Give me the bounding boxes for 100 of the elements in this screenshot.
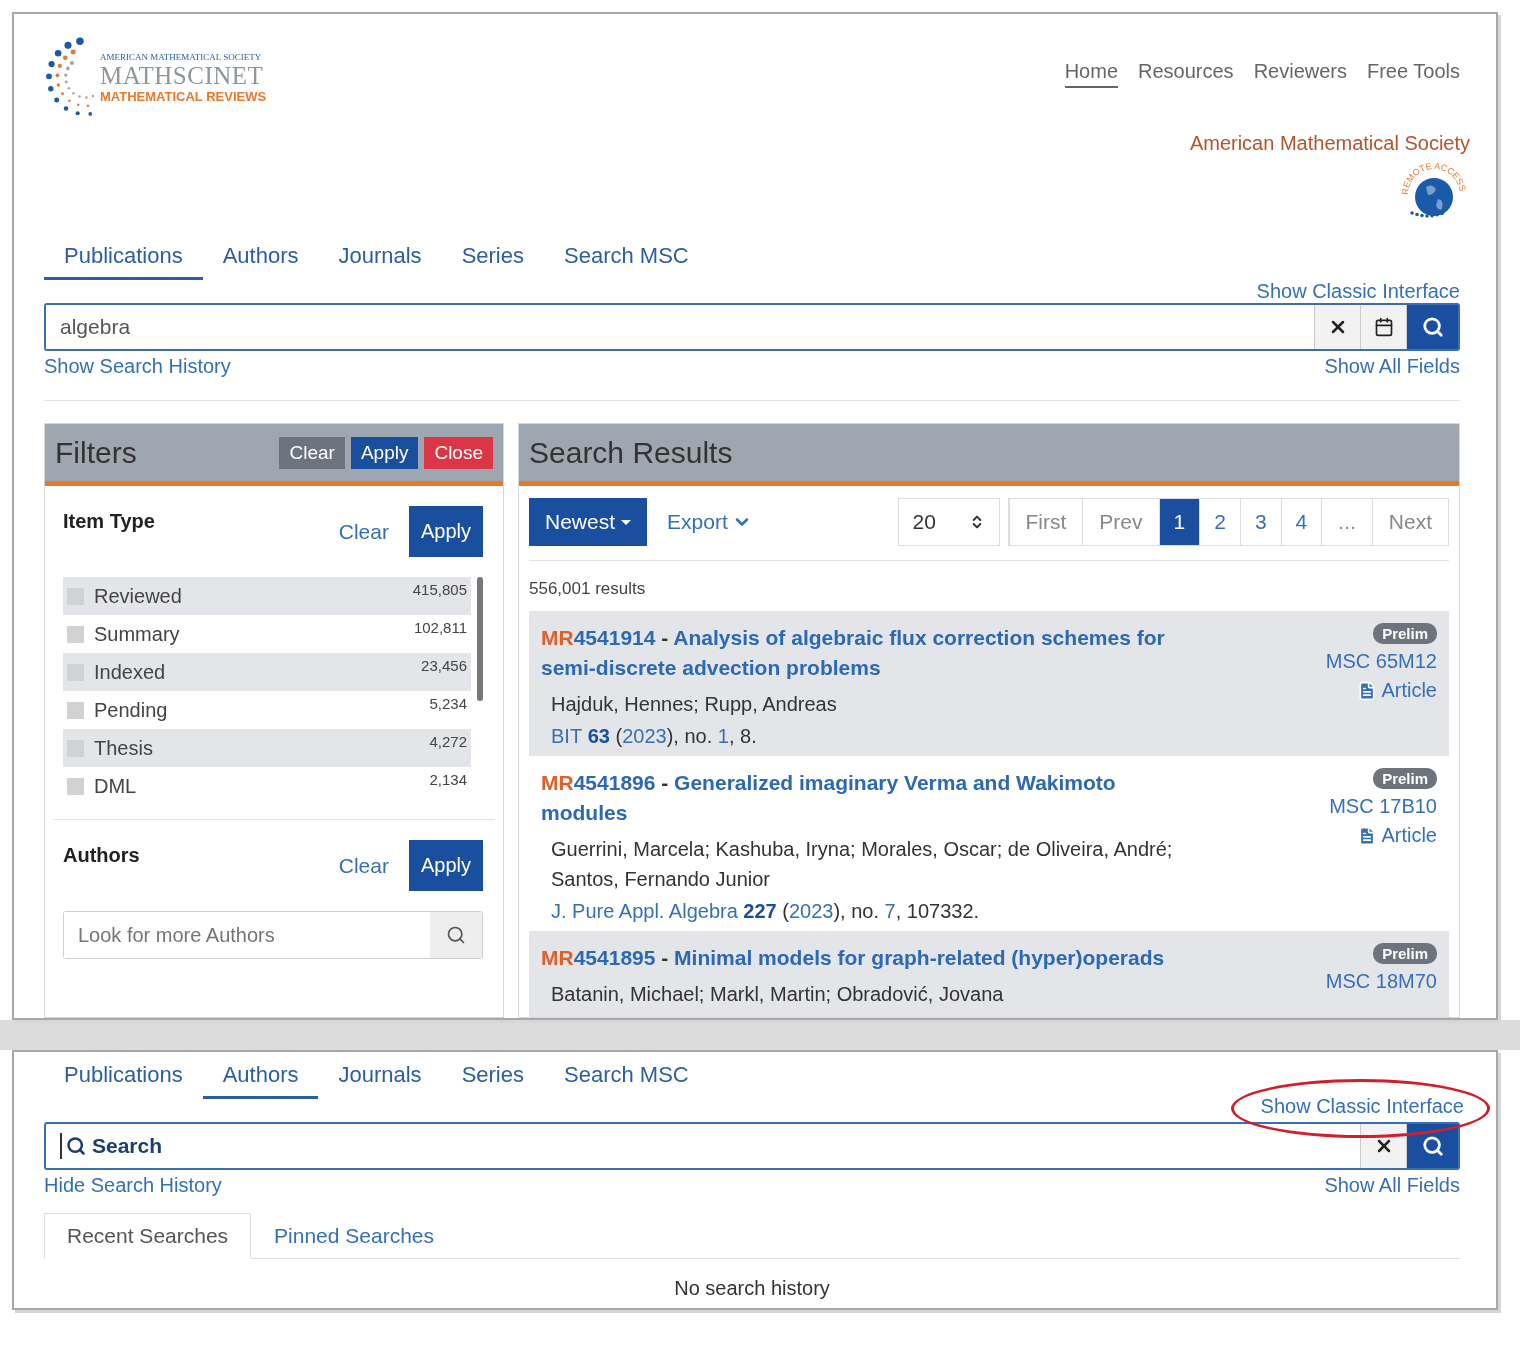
citation-link[interactable]: BIT [551,725,583,747]
search-tab[interactable]: Search MSC [544,235,709,280]
search-tab[interactable]: Series [441,235,544,280]
search-icon [1421,1135,1444,1157]
logo-subtitle-text: MATHEMATICAL REVIEWS [100,88,267,104]
apply-button[interactable]: Apply [408,506,483,557]
search-tab[interactable]: Journals [318,235,442,280]
citation-link[interactable]: 1 [717,725,729,747]
clear-button[interactable] [1314,305,1360,349]
logo-product-text: MATHSCINET [100,61,265,89]
search-icon [446,925,466,945]
result-authors: Guerrini, Marcela; Kashuba, Iryna; Morales, Oscar; de Oliveira, André; Santos, Fernando Junior [550,837,1174,892]
search-tab[interactable]: Publications [44,1054,203,1099]
filter-header-button[interactable]: Close [424,436,493,469]
msc-link[interactable]: MSC 65M12 [1325,650,1437,673]
section-title: Item Type [63,510,155,533]
search-field[interactable]: algebra [44,303,1460,351]
filter-option[interactable]: Reviewed 415,805 [63,577,471,615]
nav-link[interactable]: Resources [1138,60,1234,88]
option-label: DML [94,774,138,798]
msc-link[interactable]: MSC 18M70 [1325,970,1437,993]
search-history-link[interactable]: Show Search History [44,355,231,378]
option-label: Summary [94,622,181,646]
page-button[interactable]: 1 [1158,499,1200,545]
search-tab[interactable]: Publications [44,235,203,280]
author-search-field[interactable]: Look for more Authors [63,911,483,959]
nav-link[interactable]: Home [1064,60,1118,88]
clear-button[interactable] [1360,1124,1406,1168]
article-link[interactable]: Article [1357,679,1437,702]
result-authors: Hajduk, Hennes; Rupp, Andreas [550,692,838,717]
citation: J. Pure Appl. Algebra 227 (2023), no. 7, 107332. [550,900,981,923]
citation: BIT 63 (2023), no. 1, 8. [550,725,758,748]
filter-option[interactable]: Indexed 23,456 [63,653,471,691]
show-all-fields-link[interactable]: Show All Fields [1324,355,1460,378]
clear-link[interactable]: Clear [338,519,389,544]
empty-message: No search history [673,1276,831,1301]
option-count: 23,456 [421,657,467,674]
result-count: 556,001 results [529,578,647,600]
search-button[interactable] [1406,1124,1458,1168]
panel-title: Search Results [529,435,733,470]
caret-icon [621,519,632,525]
option-count: 2,134 [429,771,467,788]
article-link[interactable]: Article [1357,824,1437,847]
filter-header-button[interactable]: Clear [279,436,345,469]
filter-header-button[interactable]: Apply [350,436,419,469]
checkbox[interactable] [67,625,84,643]
search-tab[interactable]: Authors [202,1054,319,1099]
checkbox[interactable] [67,701,84,719]
option-label: Reviewed [94,584,183,608]
checkbox[interactable] [67,777,84,795]
search-button[interactable] [430,912,482,958]
status-badge: Prelim [1373,768,1437,789]
option-label: Pending [94,698,169,722]
export-button[interactable]: Export [661,509,758,535]
option-label: Indexed [94,660,167,684]
document-icon [1357,680,1378,701]
result-title-link[interactable]: MR4541896 - Generalized imaginary Verma and Wakimoto modules [541,768,1201,828]
option-count: 4,272 [429,733,467,750]
scrollbar[interactable] [477,577,483,701]
search-history-link[interactable]: Hide Search History [44,1174,222,1197]
text-cursor [60,1133,62,1159]
citation-link[interactable]: J. Pure Appl. Algebra [551,900,738,922]
result-title-link[interactable]: MR4541895 - Minimal models for graph-related (hyper)operads [541,943,1201,973]
search-icon [66,1136,86,1156]
search-tab[interactable]: Authors [202,235,319,280]
status-badge: Prelim [1373,623,1437,644]
history-tab[interactable]: Recent Searches [44,1213,252,1259]
citation-link[interactable]: 7 [884,900,896,922]
search-tab[interactable]: Series [441,1054,544,1099]
calendar-icon [1373,317,1394,337]
page-size-select[interactable]: 20 [897,498,1000,546]
sort-button[interactable]: Newest [529,498,648,546]
option-count: 102,811 [413,619,467,636]
nav-link[interactable]: Reviewers [1253,60,1347,88]
search-icon [1421,316,1444,338]
option-label: Thesis [94,736,154,760]
option-count: 415,805 [412,581,467,598]
search-tab[interactable]: Search MSC [544,1054,709,1099]
option-count: 5,234 [429,695,467,712]
apply-button[interactable]: Apply [408,840,483,891]
panel-title: Filters [55,435,137,470]
section-title: Authors [63,844,140,867]
society-link[interactable]: American Mathematical Society [1189,132,1470,155]
search-tab[interactable]: Journals [318,1054,442,1099]
search-field[interactable]: Search [44,1122,1460,1170]
volume-link[interactable]: 63 [582,725,610,747]
msc-link[interactable]: MSC 17B10 [1329,795,1437,818]
history-tab[interactable]: Pinned Searches [251,1213,458,1259]
citation-link[interactable]: 2023 [622,725,667,747]
show-all-fields-link[interactable]: Show All Fields [1324,1174,1460,1197]
search-button[interactable] [1406,305,1458,349]
clear-link[interactable]: Clear [338,853,389,878]
filter-option[interactable]: Thesis 4,272 [63,729,471,767]
nav-link[interactable]: Free Tools [1367,60,1460,88]
result-title-link[interactable]: MR4541914 - Analysis of algebraic flux correction schemes for semi-discrete advection problems [541,623,1201,683]
volume-link[interactable]: 227 [737,900,777,922]
calendar-button[interactable] [1360,305,1406,349]
classic-interface-link[interactable]: Show Classic Interface [1260,1095,1464,1117]
citation-link[interactable]: 2023 [788,900,834,922]
classic-interface-link[interactable]: Show Classic Interface [1256,280,1460,303]
